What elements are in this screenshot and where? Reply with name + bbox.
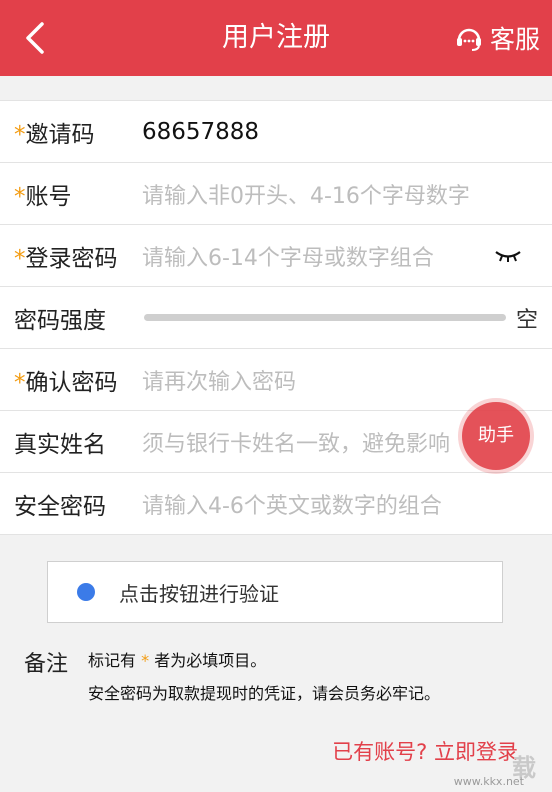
- safe-password-input[interactable]: 请输入4-6个英文或数字的组合: [142, 488, 532, 520]
- assistant-float-button[interactable]: 助手: [462, 402, 530, 470]
- account-input[interactable]: 请输入非0开头、4-16个字母数字: [142, 178, 532, 210]
- password-strength-bar: [144, 314, 506, 321]
- customer-service-label: 客服: [489, 25, 540, 54]
- confirm-password-input[interactable]: 请再次输入密码: [142, 364, 482, 396]
- safe-password-label: 安全密码: [14, 493, 106, 520]
- required-star: *: [14, 183, 26, 210]
- required-star: *: [14, 369, 26, 396]
- confirm-password-label: *确认密码: [14, 369, 118, 396]
- password-strength-label: 密码强度: [14, 307, 106, 334]
- verify-dot-icon: [77, 583, 95, 601]
- invite-code-row: *邀请码 68657888: [0, 101, 552, 163]
- password-input[interactable]: 请输入6-14个字母或数字组合: [142, 240, 482, 272]
- eye-closed-icon[interactable]: [494, 245, 522, 265]
- verify-label: 点击按钮进行验证: [119, 581, 279, 606]
- password-row: *登录密码 请输入6-14个字母或数字组合: [0, 225, 552, 287]
- invite-code-input[interactable]: 68657888: [142, 119, 482, 145]
- header-bar: 用户注册 客服: [0, 0, 552, 76]
- password-label: *登录密码: [14, 245, 118, 272]
- verify-button[interactable]: 点击按钮进行验证: [47, 561, 503, 623]
- customer-service-button[interactable]: 客服: [454, 0, 540, 76]
- safe-password-row: 安全密码 请输入4-6个英文或数字的组合: [0, 473, 552, 535]
- headset-icon: [456, 28, 481, 51]
- real-name-label: 真实姓名: [14, 431, 106, 458]
- required-star: *: [14, 121, 26, 148]
- password-strength-value: 空: [515, 307, 538, 333]
- note-label: 备注: [24, 652, 69, 677]
- account-row: *账号 请输入非0开头、4-16个字母数字: [0, 163, 552, 225]
- account-label: *账号: [14, 183, 72, 210]
- password-strength-row: 密码强度 空: [0, 287, 552, 349]
- login-link[interactable]: 已有账号? 立即登录: [332, 736, 518, 766]
- invite-code-label: *邀请码: [14, 121, 95, 148]
- note-line-safe-password: 安全密码为取款提现时的凭证，请会员务必牢记。: [88, 684, 441, 703]
- required-star: *: [14, 245, 26, 272]
- watermark-url: www.kkx.net: [453, 775, 524, 788]
- confirm-password-row: *确认密码 请再次输入密码: [0, 349, 552, 411]
- note-line-required: 标记有 * 者为必填项目。: [88, 651, 267, 670]
- registration-form: *邀请码 68657888 *账号 请输入非0开头、4-16个字母数字 *登录密…: [0, 100, 552, 535]
